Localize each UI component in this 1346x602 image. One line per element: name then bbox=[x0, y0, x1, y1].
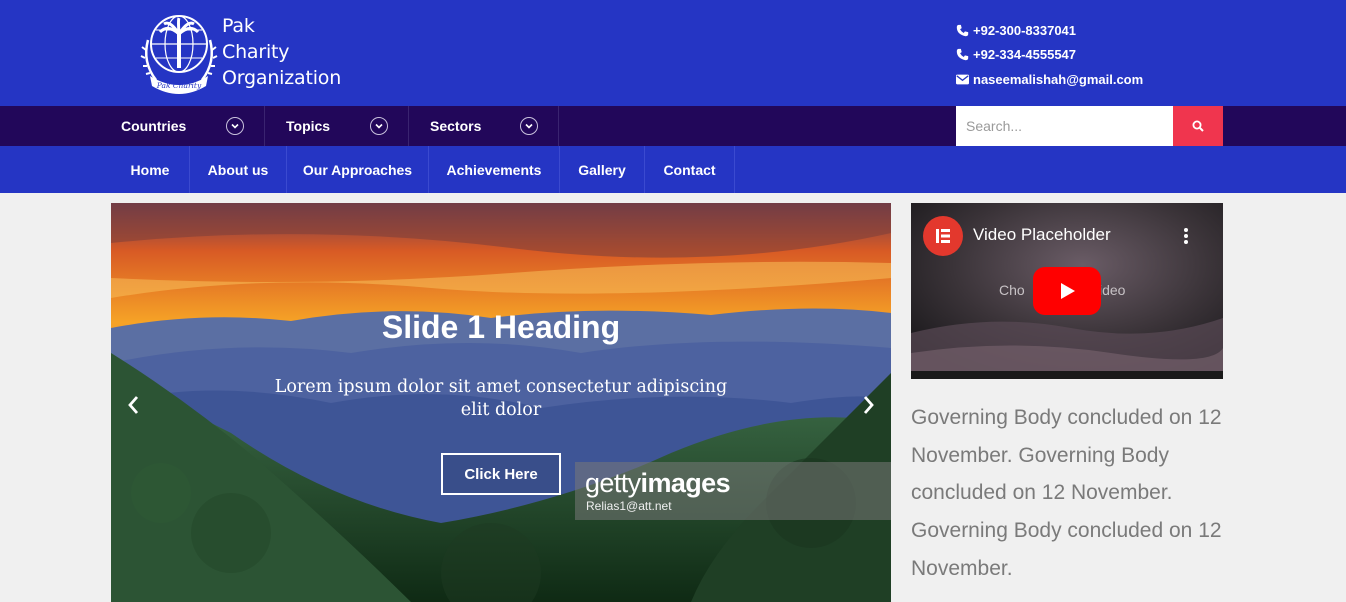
search-icon bbox=[1192, 120, 1204, 132]
phone-2-text: +92-334-4555547 bbox=[973, 47, 1077, 63]
search-button[interactable] bbox=[1173, 106, 1223, 146]
chevron-down-icon[interactable] bbox=[370, 117, 388, 135]
getty-watermark: gettyimages Relias1@att.net bbox=[575, 462, 891, 520]
contact-phone-1[interactable]: +92-300-8337041 bbox=[956, 18, 1143, 43]
nav-item-about[interactable]: About us bbox=[190, 146, 287, 193]
menu-item-countries[interactable]: Countries bbox=[111, 106, 265, 146]
chevron-down-icon[interactable] bbox=[520, 117, 538, 135]
menu-item-sectors[interactable]: Sectors bbox=[409, 106, 559, 146]
contact-phone-2[interactable]: +92-334-4555547 bbox=[956, 43, 1143, 68]
slide-cta-button[interactable]: Click Here bbox=[441, 453, 561, 495]
menu-item-label: Countries bbox=[121, 118, 187, 134]
site-logo[interactable]: Pak Charity Pak Charity Organization bbox=[140, 10, 341, 94]
getty-logo: gettyimages bbox=[585, 468, 731, 499]
menu-item-label: Topics bbox=[286, 118, 331, 134]
phone-icon bbox=[956, 24, 970, 37]
contact-info: +92-300-8337041 +92-334-4555547 naseemal… bbox=[956, 18, 1143, 92]
brand-name-line-3: Organization bbox=[222, 67, 342, 89]
envelope-icon bbox=[956, 74, 970, 85]
chevron-right-icon bbox=[863, 396, 874, 414]
video-faded-caption: Cho ideo bbox=[999, 282, 1125, 298]
nav-item-contact[interactable]: Contact bbox=[645, 146, 735, 193]
nav-item-gallery[interactable]: Gallery bbox=[560, 146, 645, 193]
brand-name-line-1: Pak bbox=[222, 15, 255, 37]
menu-item-label: Sectors bbox=[430, 118, 482, 134]
emblem-seal-text: Pak Charity bbox=[156, 81, 202, 90]
youtube-play-button[interactable] bbox=[1033, 267, 1101, 315]
sidebar-news-text: Governing Body concluded on 12 November.… bbox=[911, 406, 1222, 580]
slider-next-arrow[interactable] bbox=[859, 393, 879, 417]
getty-logo-bold: images bbox=[640, 468, 731, 498]
brand-name-line-2: Charity bbox=[222, 41, 290, 63]
site-header: Pak Charity Pak Charity Organization +92… bbox=[0, 0, 1346, 106]
search-input[interactable] bbox=[956, 106, 1173, 146]
slide-heading: Slide 1 Heading bbox=[381, 309, 621, 345]
video-embed[interactable]: Cho ideo Video Placeholder bbox=[911, 203, 1223, 379]
video-faded-caption-left: Cho bbox=[999, 282, 1025, 298]
more-vertical-icon[interactable] bbox=[1179, 225, 1193, 247]
main-navigation: Home About us Our Approaches Achievement… bbox=[0, 146, 1346, 193]
nav-item-achievements[interactable]: Achievements bbox=[429, 146, 560, 193]
email-text: naseemalishah@gmail.com bbox=[973, 71, 1144, 87]
video-title: Video Placeholder bbox=[973, 225, 1111, 244]
phone-icon bbox=[956, 48, 970, 61]
chevron-left-icon bbox=[128, 396, 139, 414]
phone-1-text: +92-300-8337041 bbox=[973, 22, 1077, 38]
nav-item-approaches[interactable]: Our Approaches bbox=[287, 146, 429, 193]
slide-text: Lorem ipsum dolor sit amet consectetur a… bbox=[274, 377, 728, 420]
nav-item-home[interactable]: Home bbox=[111, 146, 190, 193]
play-icon bbox=[1061, 283, 1075, 299]
organization-emblem-icon: Pak Charity bbox=[140, 15, 218, 94]
hero-slider[interactable]: Slide 1 Heading Lorem ipsum dolor sit am… bbox=[111, 203, 891, 602]
getty-credit: Relias1@att.net bbox=[586, 499, 672, 513]
slider-prev-arrow[interactable] bbox=[123, 393, 143, 417]
menu-item-topics[interactable]: Topics bbox=[265, 106, 409, 146]
chevron-down-icon[interactable] bbox=[226, 117, 244, 135]
brand-name: Pak Charity Organization bbox=[222, 13, 341, 91]
contact-email[interactable]: naseemalishah@gmail.com bbox=[956, 67, 1143, 92]
getty-logo-light: getty bbox=[585, 468, 641, 498]
elementor-logo-icon bbox=[923, 216, 963, 256]
video-faded-caption-right: ideo bbox=[1099, 282, 1126, 298]
